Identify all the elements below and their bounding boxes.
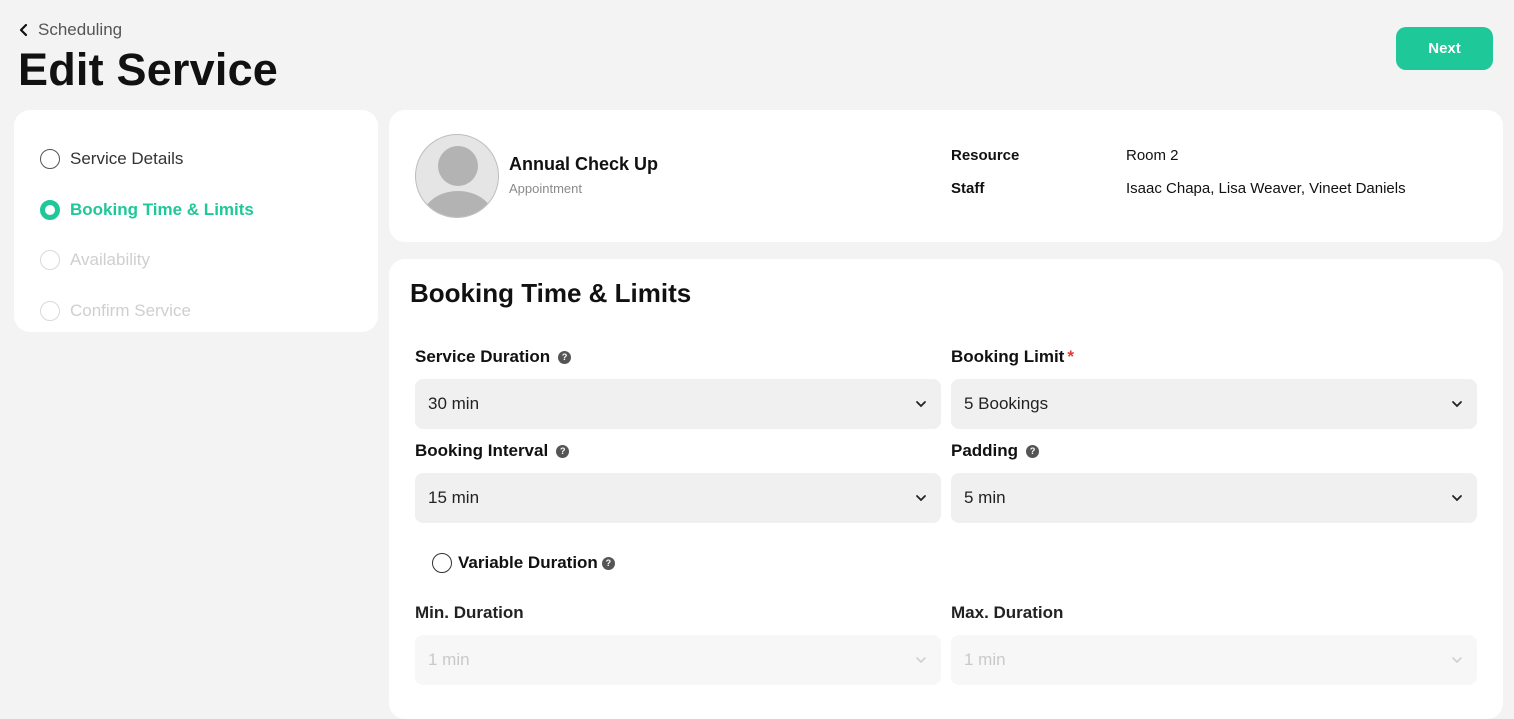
service-summary-card: Annual Check Up Appointment Resource Roo… <box>389 110 1503 242</box>
back-link-label: Scheduling <box>38 20 123 39</box>
booking-interval-label: Booking Interval ? <box>415 441 570 461</box>
service-type: Appointment <box>509 181 582 196</box>
max-duration-value: 1 min <box>964 650 1006 669</box>
next-button[interactable]: Next <box>1396 27 1493 70</box>
chevron-down-icon <box>1450 493 1464 503</box>
min-duration-label-text: Min. Duration <box>415 603 524 622</box>
page-header: Scheduling Edit Service <box>18 20 278 96</box>
chevron-down-icon <box>1450 399 1464 409</box>
booking-limit-label: Booking Limit * <box>951 347 1074 367</box>
question-circle-icon[interactable]: ? <box>1026 444 1040 458</box>
back-link[interactable]: Scheduling <box>18 20 278 40</box>
resource-value: Room 2 <box>1126 147 1179 164</box>
step-radio-icon <box>40 199 60 220</box>
max-duration-label-text: Max. Duration <box>951 603 1064 622</box>
question-circle-icon[interactable]: ? <box>558 350 572 364</box>
service-duration-value: 30 min <box>428 394 480 413</box>
step-label: Booking Time & Limits <box>70 199 254 219</box>
staff-value: Isaac Chapa, Lisa Weaver, Vineet Daniels <box>1126 180 1406 197</box>
step-availability[interactable]: Availability <box>14 235 378 286</box>
step-radio-icon <box>40 300 60 321</box>
variable-duration-label: Variable Duration <box>458 553 598 572</box>
question-circle-icon[interactable]: ? <box>601 556 615 570</box>
max-duration-select: 1 min <box>951 635 1477 685</box>
padding-select[interactable]: 5 min <box>951 473 1477 523</box>
required-mark: * <box>1067 347 1074 366</box>
step-radio-icon <box>40 250 60 271</box>
padding-label: Padding ? <box>951 441 1040 461</box>
page-title: Edit Service <box>18 44 279 95</box>
service-name: Annual Check Up <box>509 154 659 174</box>
service-duration-select[interactable]: 30 min <box>415 379 941 429</box>
variable-duration-toggle[interactable]: Variable Duration ? <box>432 553 615 573</box>
min-duration-value: 1 min <box>428 650 470 669</box>
max-duration-label: Max. Duration <box>951 603 1063 623</box>
booking-limit-value: 5 Bookings <box>964 394 1049 413</box>
step-service-details[interactable]: Service Details <box>14 134 378 185</box>
chevron-down-icon <box>914 493 928 503</box>
radio-icon <box>432 553 452 573</box>
booking-limit-label-text: Booking Limit <box>951 347 1065 366</box>
booking-limit-select[interactable]: 5 Bookings <box>951 379 1477 429</box>
staff-label: Staff <box>951 180 985 197</box>
chevron-down-icon <box>1450 655 1464 665</box>
min-duration-label: Min. Duration <box>415 603 524 623</box>
booking-interval-value: 15 min <box>428 488 480 507</box>
question-circle-icon[interactable]: ? <box>556 444 570 458</box>
chevron-down-icon <box>914 399 928 409</box>
service-duration-label: Service Duration ? <box>415 347 572 367</box>
step-radio-icon <box>40 149 60 170</box>
booking-interval-select[interactable]: 15 min <box>415 473 941 523</box>
service-duration-label-text: Service Duration <box>415 347 551 366</box>
step-label: Confirm Service <box>70 300 191 320</box>
step-sidebar: Service Details Booking Time & Limits Av… <box>14 110 378 332</box>
step-booking-time-limits[interactable]: Booking Time & Limits <box>14 185 378 236</box>
form-title: Booking Time & Limits <box>410 278 692 308</box>
booking-interval-label-text: Booking Interval <box>415 441 549 460</box>
user-avatar-icon <box>415 134 499 218</box>
step-confirm-service[interactable]: Confirm Service <box>14 286 378 337</box>
resource-label: Resource <box>951 147 1020 164</box>
chevron-left-icon <box>18 23 30 37</box>
min-duration-select: 1 min <box>415 635 941 685</box>
chevron-down-icon <box>914 655 928 665</box>
step-label: Service Details <box>70 149 184 169</box>
padding-value: 5 min <box>964 488 1006 507</box>
step-label: Availability <box>70 250 151 270</box>
padding-label-text: Padding <box>951 441 1019 460</box>
booking-form-card: Booking Time & Limits Service Duration ?… <box>389 259 1503 719</box>
